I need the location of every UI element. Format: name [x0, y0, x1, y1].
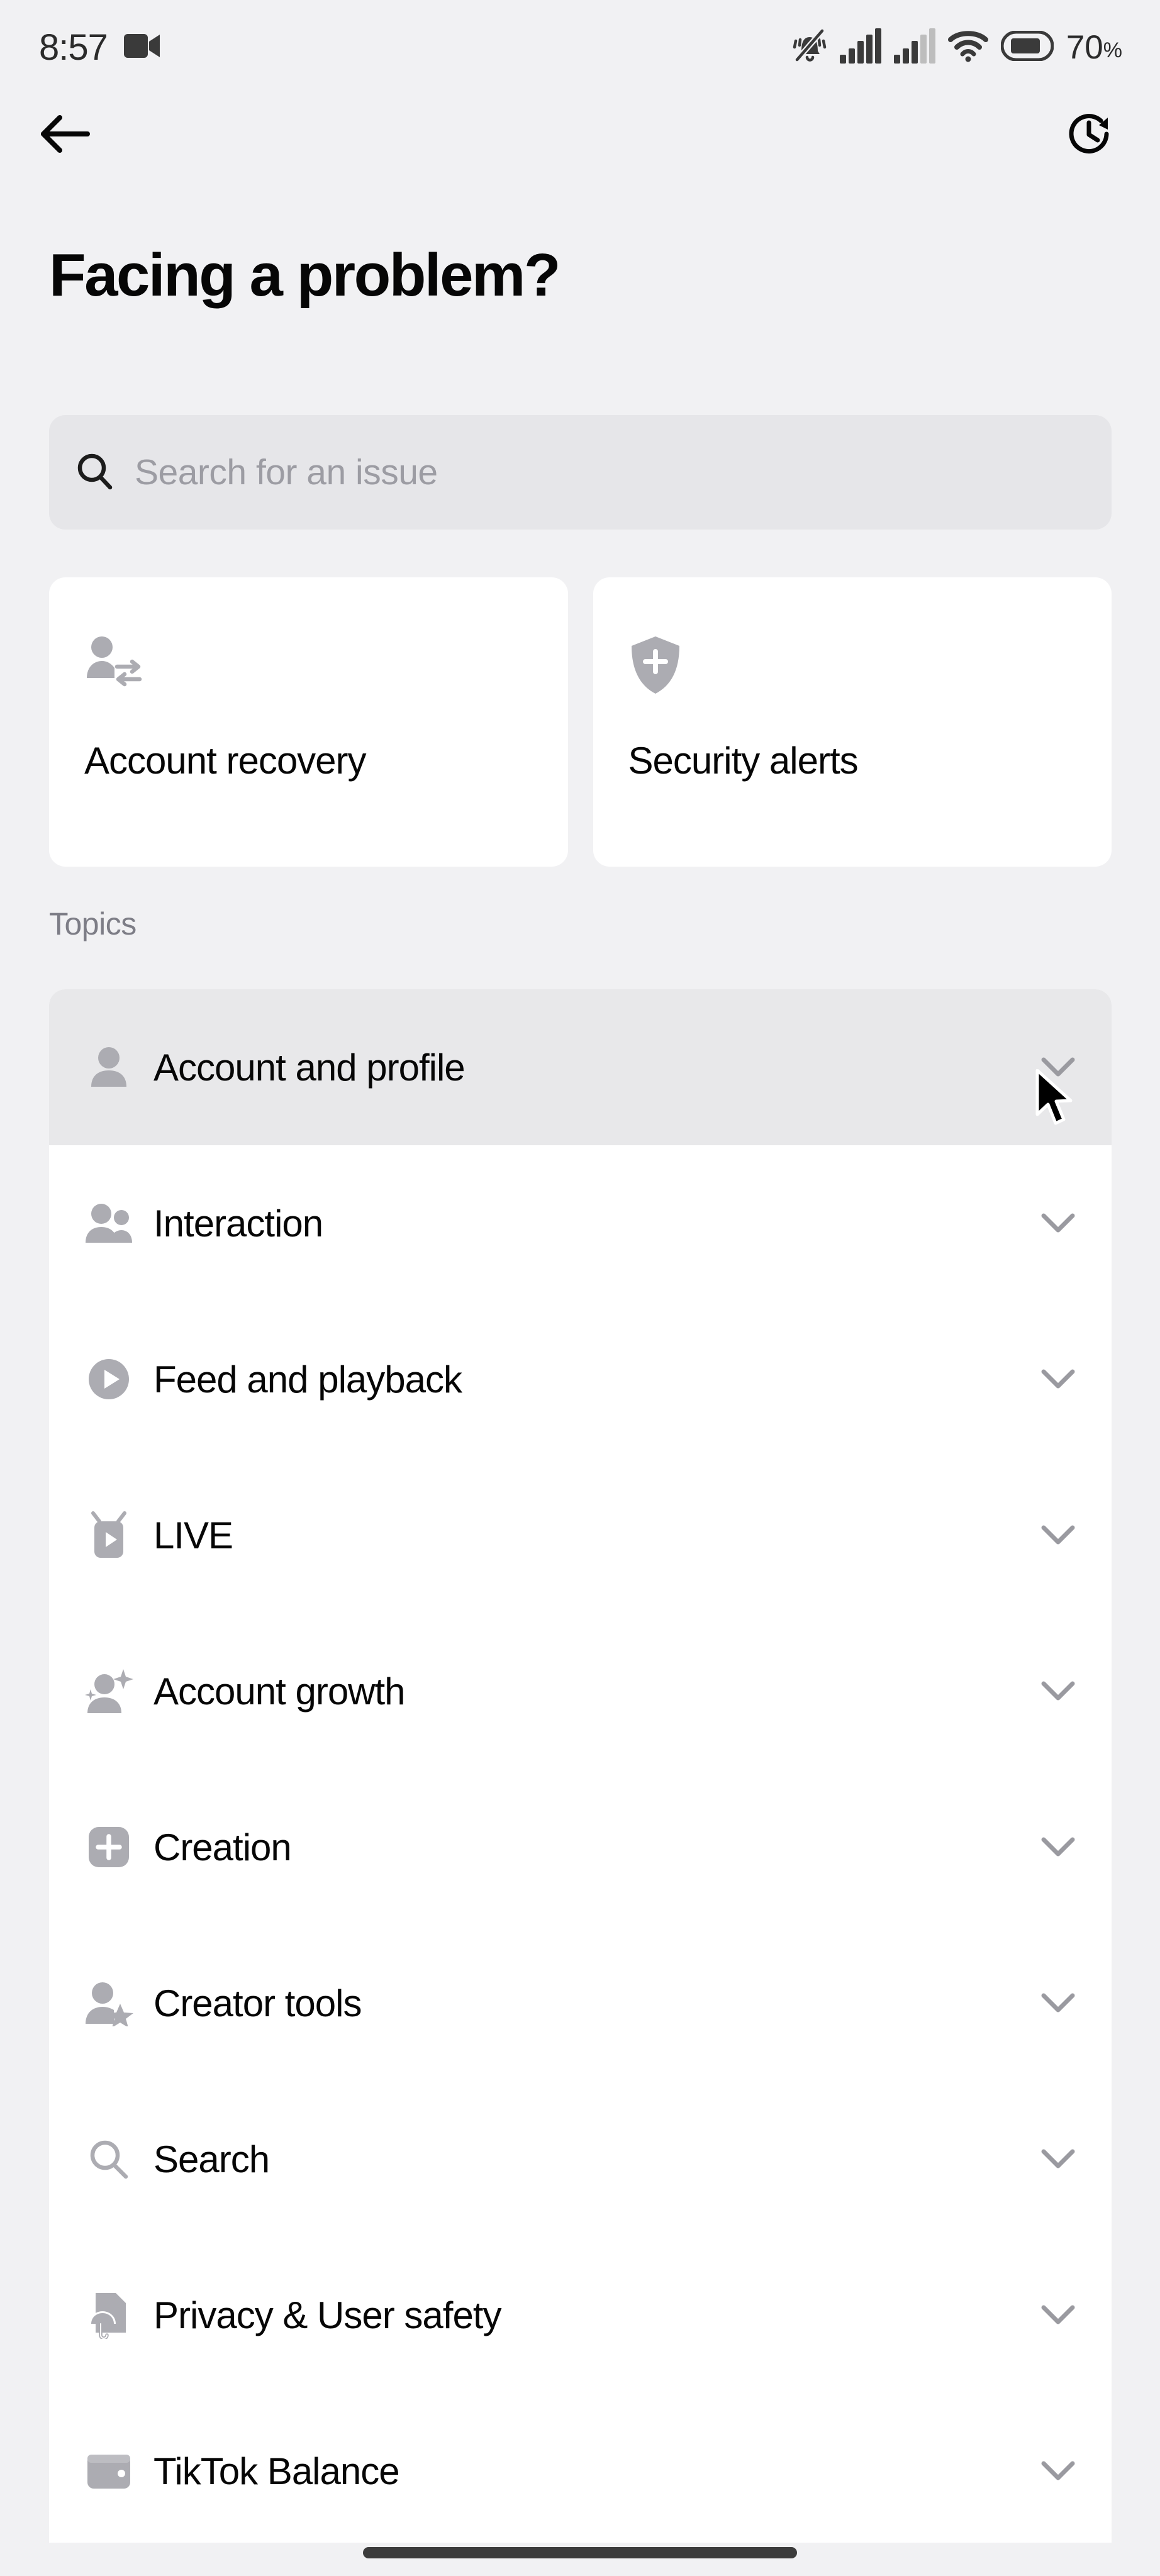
chevron-down-icon[interactable]	[1040, 1673, 1076, 1709]
wallet-icon	[84, 2446, 133, 2496]
topic-label: Creation	[153, 1826, 292, 1868]
topic-row-privacy-user-safety[interactable]: Privacy & User safety	[49, 2237, 1112, 2393]
quick-card-label: Security alerts	[628, 740, 859, 782]
quick-card-account-recovery[interactable]: Account recovery	[49, 577, 568, 867]
back-arrow-icon	[38, 112, 91, 159]
topic-label: Interaction	[153, 1202, 323, 1245]
screen-record-icon	[123, 33, 160, 62]
signal-bars-icon	[839, 28, 881, 67]
topic-row-live[interactable]: LIVE	[49, 1457, 1112, 1613]
person-icon	[84, 1043, 133, 1092]
topic-label: Search	[153, 2138, 270, 2180]
status-bar-left: 8:57	[39, 26, 160, 69]
history-button[interactable]	[1054, 101, 1124, 170]
plus-square-icon	[84, 1823, 133, 1872]
topic-row-interaction[interactable]: Interaction	[49, 1145, 1112, 1301]
page-title: Facing a problem?	[49, 242, 560, 309]
search-icon	[75, 452, 114, 494]
home-indicator	[363, 2547, 797, 2558]
back-button[interactable]	[30, 101, 99, 170]
topic-row-search[interactable]: Search	[49, 2081, 1112, 2237]
silent-vibrate-icon	[792, 27, 827, 68]
topic-label: Account growth	[153, 1670, 406, 1713]
person-star-icon	[84, 1979, 133, 2028]
play-circle-icon	[84, 1355, 133, 1404]
chevron-down-icon[interactable]	[1040, 1205, 1076, 1241]
topic-row-account-and-profile[interactable]: Account and profile	[49, 989, 1112, 1145]
search-placeholder: Search for an issue	[135, 452, 438, 492]
wifi-icon	[947, 29, 988, 66]
quick-action-cards: Account recovery Security alerts	[49, 577, 1112, 867]
chevron-down-icon[interactable]	[1040, 1985, 1076, 2021]
quick-card-security-alerts[interactable]: Security alerts	[593, 577, 1112, 867]
chevron-down-icon[interactable]	[1040, 1049, 1076, 1085]
history-clock-icon	[1064, 109, 1114, 162]
topic-row-creator-tools[interactable]: Creator tools	[49, 1925, 1112, 2081]
account-switch-icon	[84, 635, 145, 692]
topic-label: LIVE	[153, 1514, 233, 1557]
chevron-down-icon[interactable]	[1040, 2453, 1076, 2489]
chevron-down-icon[interactable]	[1040, 1829, 1076, 1865]
chevron-down-icon[interactable]	[1040, 1517, 1076, 1553]
status-time: 8:57	[39, 26, 108, 68]
live-broadcast-icon	[84, 1511, 133, 1560]
quick-card-label: Account recovery	[84, 740, 367, 782]
battery-icon	[1000, 30, 1054, 64]
person-sparkle-icon	[84, 1667, 133, 1716]
topics-section-label: Topics	[49, 906, 137, 941]
search-icon	[84, 2135, 133, 2184]
topic-row-feed-and-playback[interactable]: Feed and playback	[49, 1301, 1112, 1457]
topic-row-tiktok-balance[interactable]: TikTok Balance	[49, 2393, 1112, 2543]
topic-label: Creator tools	[153, 1982, 362, 2024]
topic-row-account-growth[interactable]: Account growth	[49, 1613, 1112, 1769]
topic-row-creation[interactable]: Creation	[49, 1769, 1112, 1925]
document-umbrella-icon	[84, 2290, 133, 2340]
signal-bars-secondary-icon	[893, 28, 935, 67]
phone-screen: 8:57 70% Facing a problem? Search for an…	[0, 0, 1160, 2576]
chevron-down-icon[interactable]	[1040, 2141, 1076, 2177]
topic-label: Feed and playback	[153, 1358, 462, 1401]
topic-label: TikTok Balance	[153, 2450, 400, 2492]
topic-label: Account and profile	[153, 1046, 466, 1089]
topics-list: Account and profile Interaction Feed and…	[49, 989, 1112, 2543]
status-bar-right: 70%	[792, 27, 1122, 68]
chevron-down-icon[interactable]	[1040, 1361, 1076, 1397]
nav-bar	[0, 94, 1160, 176]
shield-plus-icon	[628, 635, 683, 699]
chevron-down-icon[interactable]	[1040, 2297, 1076, 2333]
people-icon	[84, 1199, 133, 1248]
status-bar: 8:57 70%	[0, 0, 1160, 94]
battery-percent-text: 70%	[1066, 28, 1122, 66]
search-input[interactable]: Search for an issue	[49, 415, 1112, 530]
topic-label: Privacy & User safety	[153, 2294, 502, 2336]
